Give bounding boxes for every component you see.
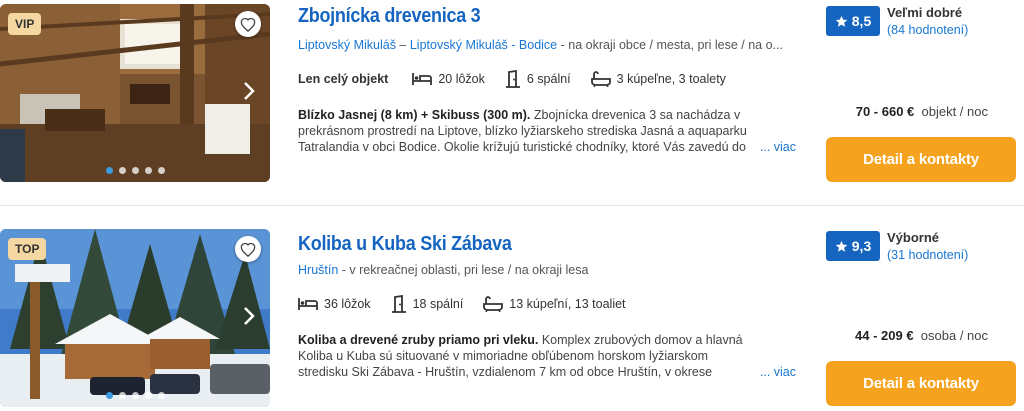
listing-title[interactable]: Zbojnícka drevenica 3: [298, 5, 481, 28]
listing-description: Koliba a drevené zruby priamo pri vleku.…: [298, 333, 796, 380]
listing-photo[interactable]: TOP: [0, 229, 270, 407]
carousel-dot[interactable]: [118, 167, 126, 174]
bed-icon: [412, 73, 433, 85]
listing-description: Blízko Jasnej (8 km) + Skibuss (300 m). …: [298, 108, 796, 155]
listing-title[interactable]: Koliba u Kuba Ski Zábava: [298, 233, 512, 256]
read-more-link[interactable]: ... viac: [755, 139, 796, 155]
price-range: 70 - 660 €: [855, 104, 915, 119]
location-link[interactable]: Liptovský Mikuláš: [298, 38, 396, 52]
carousel-dot[interactable]: [105, 167, 113, 174]
object-type: Len celý objekt: [298, 72, 389, 86]
bed-icon: [298, 298, 318, 310]
bedrooms-feature: 6 spální: [505, 70, 571, 88]
location-description: - na okraji obce / mesta, pri lese / na …: [557, 38, 783, 52]
price-info: 70 - 660 € objekt / noc: [856, 104, 988, 119]
listing-location: Liptovský Mikuláš – Liptovský Mikuláš - …: [298, 38, 783, 52]
star-icon: [835, 15, 848, 27]
reviews-count-link[interactable]: (84 hodnotení): [887, 23, 968, 37]
read-more-link[interactable]: ... viac: [755, 364, 796, 380]
price-unit: osoba / noc: [920, 328, 988, 343]
listing-divider: [0, 205, 1024, 206]
bedrooms-feature: 18 spální: [391, 295, 463, 313]
rating-badge: 8,5: [826, 6, 880, 36]
beds-feature: 36 lôžok: [298, 297, 371, 311]
next-photo-chevron-icon[interactable]: [240, 80, 258, 102]
carousel-dot[interactable]: [131, 392, 139, 399]
photo-carousel-dots: [0, 392, 270, 399]
reviews-count-link[interactable]: (31 hodnotení): [887, 248, 968, 262]
bathrooms-feature: 3 kúpeľne, 3 toalety: [590, 71, 726, 87]
bathtub-icon: [590, 71, 611, 87]
rating-badge: 9,3: [826, 231, 880, 261]
carousel-dot[interactable]: [118, 392, 126, 399]
detail-contacts-button[interactable]: Detail a kontakty: [826, 361, 1016, 406]
next-photo-chevron-icon[interactable]: [240, 305, 258, 327]
bathrooms-feature: 13 kúpeľní, 13 toaliet: [483, 296, 626, 312]
price-unit: objekt / noc: [921, 104, 989, 119]
carousel-dot[interactable]: [144, 167, 152, 174]
listing-features: 36 lôžok 18 spální 13 kúpeľní, 13 toalie…: [298, 295, 646, 313]
carousel-dot[interactable]: [131, 167, 139, 174]
carousel-dot[interactable]: [157, 392, 165, 399]
rating-label: Veľmi dobré: [887, 5, 963, 20]
favorite-heart-icon[interactable]: [235, 11, 261, 37]
listing-card: TOP Koliba u Kuba Ski Zábava Hruštín - v…: [0, 228, 1024, 411]
carousel-dot[interactable]: [144, 392, 152, 399]
star-icon: [835, 240, 848, 252]
carousel-dot[interactable]: [157, 167, 165, 174]
listing-features: Len celý objekt 20 lôžok 6 spální 3 kúpe…: [298, 70, 746, 88]
price-info: 44 - 209 € osoba / noc: [855, 328, 988, 343]
top-badge: TOP: [8, 238, 47, 260]
location-description: - v rekreačnej oblasti, pri lese / na ok…: [338, 263, 589, 277]
location-link[interactable]: Liptovský Mikuláš - Bodice: [410, 38, 557, 52]
favorite-heart-icon[interactable]: [235, 236, 261, 262]
listing-card: VIP Zbojnícka drevenica 3 Liptovský Miku…: [0, 0, 1024, 183]
vip-badge: VIP: [8, 13, 42, 35]
door-icon: [505, 70, 520, 88]
door-icon: [391, 295, 406, 313]
rating-label: Výborné: [887, 230, 940, 245]
bathtub-icon: [483, 296, 504, 312]
detail-contacts-button[interactable]: Detail a kontakty: [826, 137, 1016, 182]
carousel-dot[interactable]: [105, 392, 113, 399]
location-link[interactable]: Hruštín: [298, 263, 338, 277]
listing-photo[interactable]: VIP: [0, 4, 270, 182]
beds-feature: 20 lôžok: [412, 72, 485, 86]
price-range: 44 - 209 €: [855, 328, 914, 343]
photo-carousel-dots: [0, 167, 270, 174]
listing-location: Hruštín - v rekreačnej oblasti, pri lese…: [298, 263, 798, 277]
